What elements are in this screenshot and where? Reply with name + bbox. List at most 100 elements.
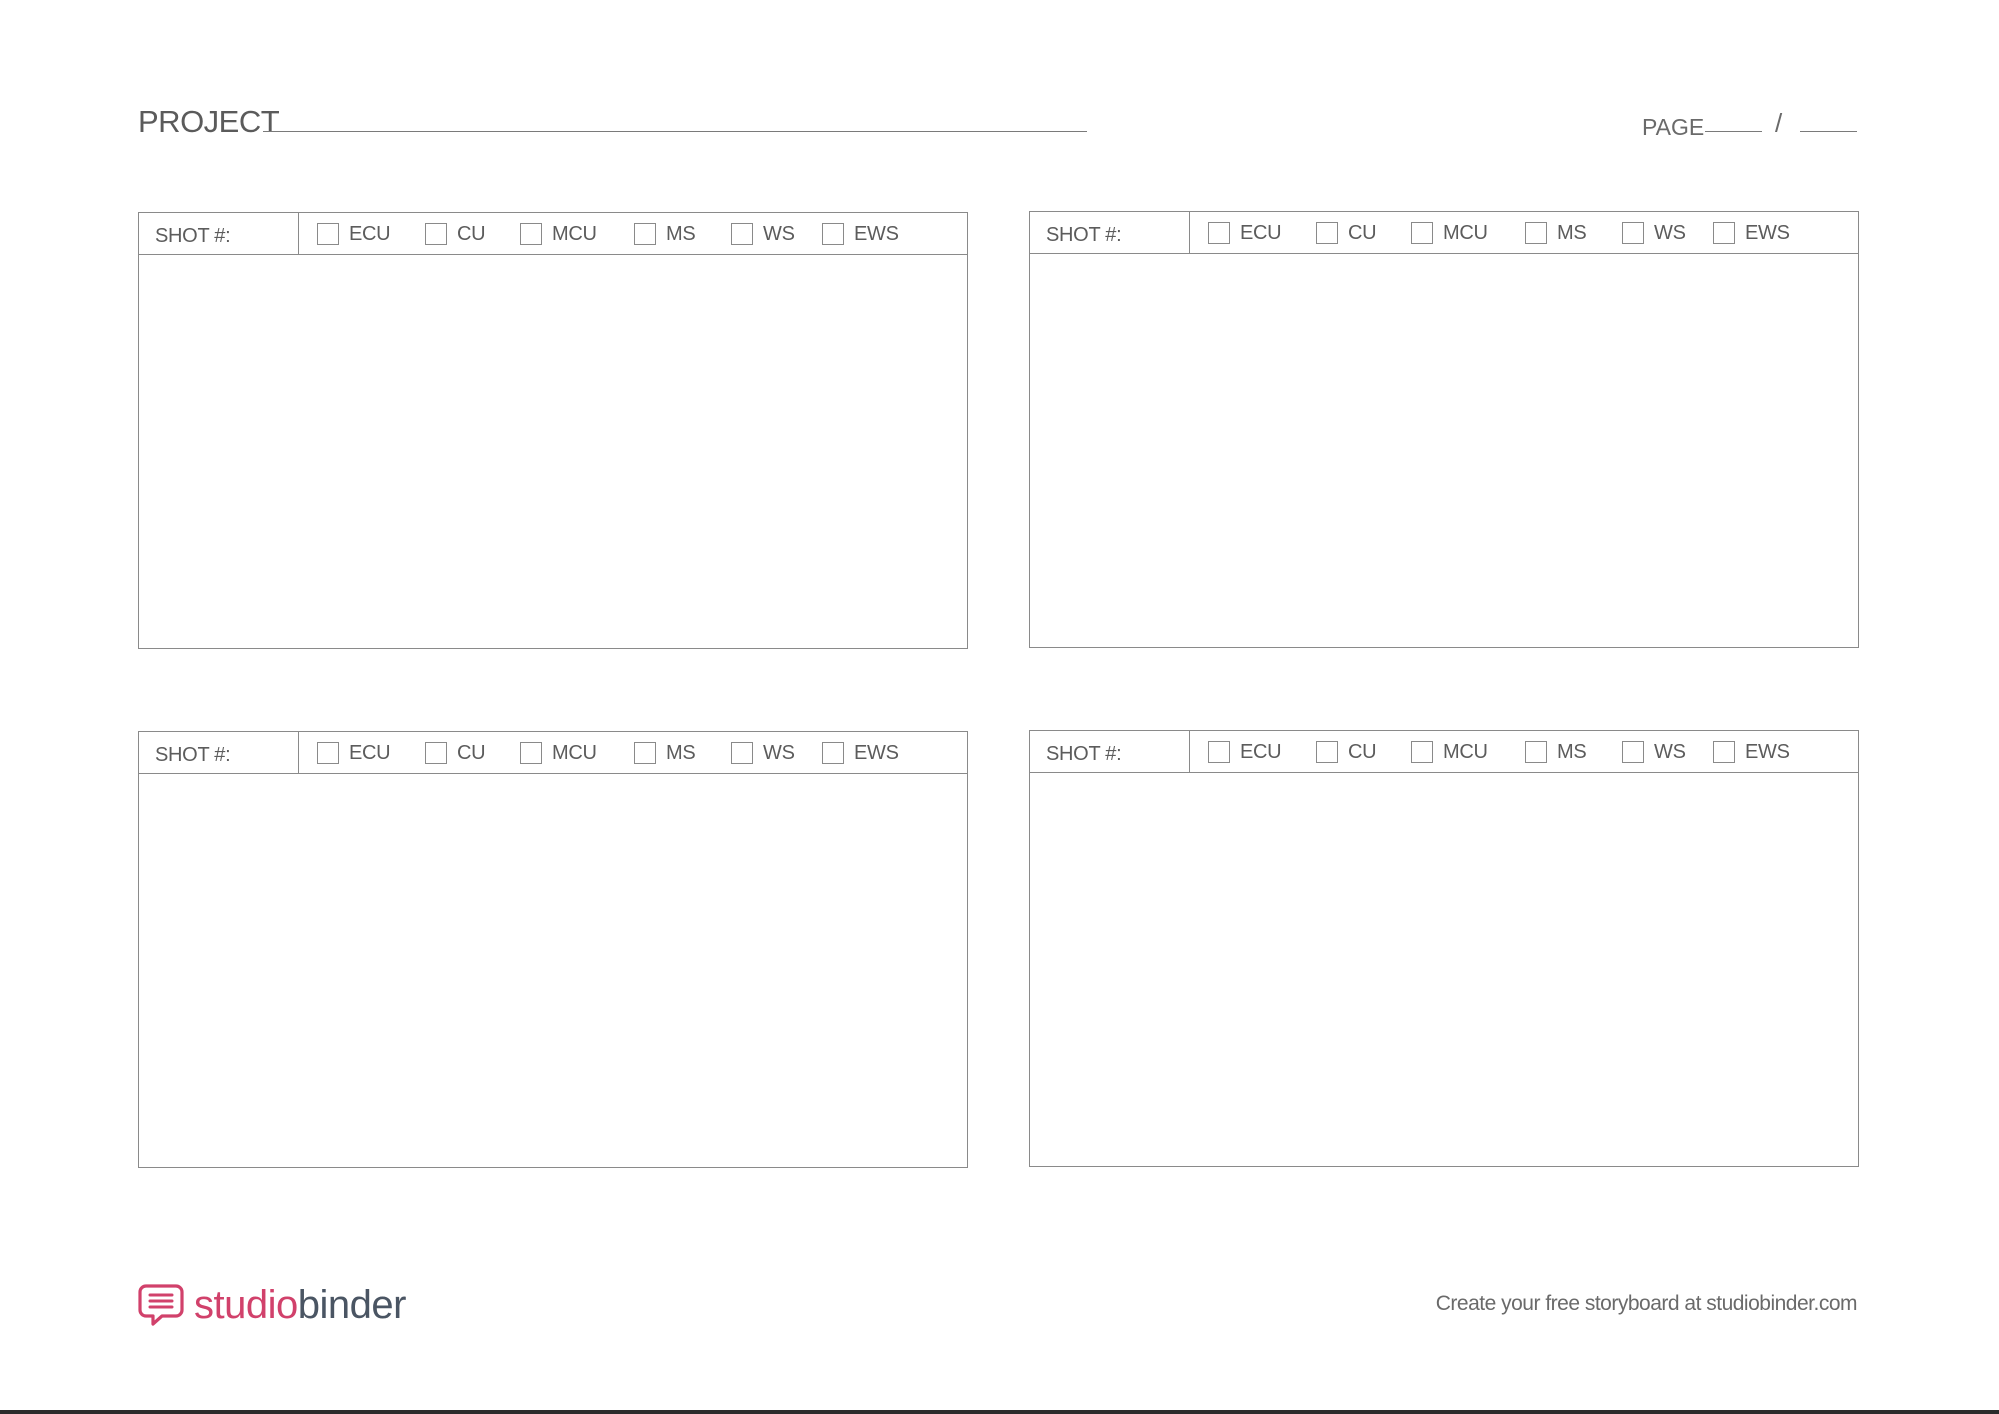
studiobinder-logo: studiobinder	[138, 1280, 406, 1330]
option-label: EWS	[854, 223, 899, 245]
option-label: MCU	[1443, 741, 1488, 763]
option-label: ECU	[1240, 222, 1282, 244]
option-label: MS	[1557, 741, 1587, 763]
shot-type-option-ms[interactable]: MS	[1525, 740, 1587, 764]
storyboard-panel: SHOT #: ECU CU MCU MS WS EWS	[138, 212, 968, 649]
checkbox[interactable]	[1411, 741, 1433, 763]
checkbox[interactable]	[1316, 222, 1338, 244]
storyboard-panel: SHOT #: ECU CU MCU MS WS EWS	[1029, 730, 1859, 1167]
storyboard-panel: SHOT #: ECU CU MCU MS WS EWS	[138, 731, 968, 1168]
checkbox[interactable]	[822, 223, 844, 245]
option-label: ECU	[349, 223, 391, 245]
shot-type-option-ecu[interactable]: ECU	[1208, 740, 1282, 764]
checkbox[interactable]	[1411, 222, 1433, 244]
option-label: WS	[1654, 222, 1686, 244]
checkbox[interactable]	[317, 223, 339, 245]
shot-type-option-ws[interactable]: WS	[731, 741, 795, 765]
checkbox[interactable]	[1622, 222, 1644, 244]
page-label: PAGE	[1642, 114, 1705, 140]
shot-type-option-ecu[interactable]: ECU	[1208, 221, 1282, 245]
checkbox[interactable]	[822, 742, 844, 764]
shot-type-option-ws[interactable]: WS	[731, 222, 795, 246]
checkbox[interactable]	[731, 223, 753, 245]
shot-type-option-ews[interactable]: EWS	[1713, 740, 1790, 764]
option-label: MCU	[552, 223, 597, 245]
checkbox[interactable]	[425, 223, 447, 245]
shot-number-field[interactable]: SHOT #:	[139, 213, 299, 255]
logo-wordmark: studiobinder	[194, 1282, 406, 1328]
shot-type-option-mcu[interactable]: MCU	[1411, 740, 1488, 764]
shot-number-label: SHOT #:	[155, 744, 231, 766]
option-label: CU	[1348, 741, 1377, 763]
sketch-frame[interactable]	[1030, 773, 1858, 1166]
project-label: PROJECT	[138, 104, 280, 139]
checkbox[interactable]	[634, 223, 656, 245]
bottom-edge-bar	[0, 1410, 1999, 1414]
shot-type-option-ews[interactable]: EWS	[822, 741, 899, 765]
shot-type-option-cu[interactable]: CU	[425, 222, 486, 246]
page-separator: /	[1775, 108, 1783, 138]
option-label: WS	[1654, 741, 1686, 763]
shot-type-option-cu[interactable]: CU	[425, 741, 486, 765]
shot-type-option-ews[interactable]: EWS	[1713, 221, 1790, 245]
sketch-frame[interactable]	[1030, 254, 1858, 647]
option-label: MS	[1557, 222, 1587, 244]
shot-type-option-ews[interactable]: EWS	[822, 222, 899, 246]
option-label: MS	[666, 742, 696, 764]
shot-type-option-mcu[interactable]: MCU	[520, 222, 597, 246]
option-label: MCU	[552, 742, 597, 764]
page-total-field[interactable]	[1800, 131, 1857, 132]
checkbox[interactable]	[634, 742, 656, 764]
shot-number-field[interactable]: SHOT #:	[139, 732, 299, 774]
shot-number-label: SHOT #:	[1046, 743, 1122, 765]
shot-type-option-ecu[interactable]: ECU	[317, 222, 391, 246]
checkbox[interactable]	[317, 742, 339, 764]
checkbox[interactable]	[1525, 741, 1547, 763]
checkbox[interactable]	[1713, 222, 1735, 244]
shot-type-option-cu[interactable]: CU	[1316, 221, 1377, 245]
checkbox[interactable]	[1208, 741, 1230, 763]
shot-type-option-ws[interactable]: WS	[1622, 740, 1686, 764]
option-label: WS	[763, 223, 795, 245]
panel-header: SHOT #: ECU CU MCU MS WS EWS	[139, 213, 967, 255]
logo-studio-text: studio	[194, 1283, 298, 1327]
shot-type-option-ms[interactable]: MS	[634, 741, 696, 765]
footer-note: Create your free storyboard at studiobin…	[1435, 1292, 1858, 1315]
checkbox[interactable]	[1622, 741, 1644, 763]
option-label: CU	[457, 223, 486, 245]
shot-type-option-ms[interactable]: MS	[1525, 221, 1587, 245]
shot-type-option-ecu[interactable]: ECU	[317, 741, 391, 765]
shot-number-label: SHOT #:	[155, 225, 231, 247]
checkbox[interactable]	[1713, 741, 1735, 763]
option-label: MS	[666, 223, 696, 245]
option-label: CU	[457, 742, 486, 764]
checkbox[interactable]	[1316, 741, 1338, 763]
shot-number-label: SHOT #:	[1046, 224, 1122, 246]
shot-type-option-mcu[interactable]: MCU	[520, 741, 597, 765]
option-label: ECU	[349, 742, 391, 764]
shot-type-option-mcu[interactable]: MCU	[1411, 221, 1488, 245]
sketch-frame[interactable]	[139, 774, 967, 1167]
sketch-frame[interactable]	[139, 255, 967, 648]
shot-type-option-ms[interactable]: MS	[634, 222, 696, 246]
checkbox[interactable]	[1525, 222, 1547, 244]
shot-number-field[interactable]: SHOT #:	[1030, 731, 1190, 773]
checkbox[interactable]	[731, 742, 753, 764]
checkbox[interactable]	[520, 742, 542, 764]
speech-bubble-icon	[138, 1284, 184, 1326]
option-label: CU	[1348, 222, 1377, 244]
shot-type-option-ws[interactable]: WS	[1622, 221, 1686, 245]
checkbox[interactable]	[520, 223, 542, 245]
option-label: MCU	[1443, 222, 1488, 244]
logo-binder-text: binder	[297, 1283, 407, 1327]
option-label: WS	[763, 742, 795, 764]
checkbox[interactable]	[425, 742, 447, 764]
project-name-field[interactable]	[263, 131, 1087, 132]
shot-type-option-cu[interactable]: CU	[1316, 740, 1377, 764]
option-label: EWS	[1745, 741, 1790, 763]
page-number-field[interactable]	[1705, 131, 1762, 132]
checkbox[interactable]	[1208, 222, 1230, 244]
option-label: EWS	[854, 742, 899, 764]
shot-number-field[interactable]: SHOT #:	[1030, 212, 1190, 254]
option-label: ECU	[1240, 741, 1282, 763]
